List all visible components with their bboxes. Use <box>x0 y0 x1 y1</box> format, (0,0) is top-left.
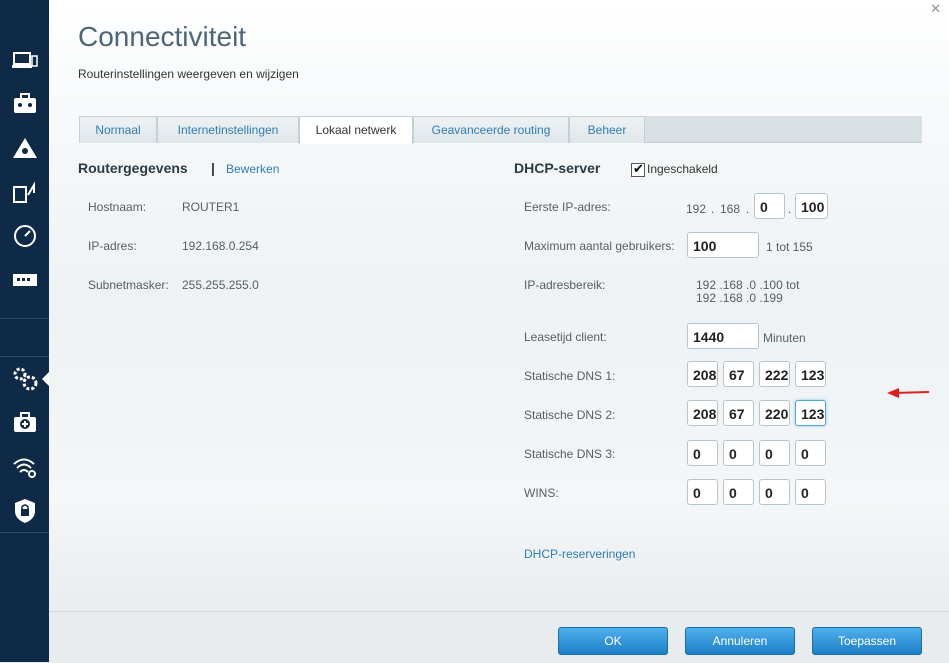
usb-icon[interactable] <box>0 262 49 298</box>
ip-dot: . <box>711 202 715 216</box>
dns3-octet-3-input[interactable]: 0 <box>759 440 790 466</box>
dns2-octet-4-input[interactable]: 123 <box>795 400 826 426</box>
edit-link[interactable]: Bewerken <box>226 162 279 176</box>
wins-octet-4-input[interactable]: 0 <box>795 479 826 505</box>
toolbox-icon[interactable] <box>0 86 49 122</box>
troubleshooting-icon[interactable] <box>0 405 49 441</box>
ip-range-line-1: 192 .168 .0 .100 tot <box>696 278 800 292</box>
tab-bar: Normaal Internetinstellingen Lokaal netw… <box>79 116 922 144</box>
ip-dot: . <box>788 202 792 216</box>
dns3-octet-4-input[interactable]: 0 <box>795 440 826 466</box>
ok-button[interactable]: OK <box>558 627 668 655</box>
max-users-input[interactable]: 100 <box>687 232 759 258</box>
subnet-label: Subnetmasker: <box>88 278 169 292</box>
dns3-octet-1-input[interactable]: 0 <box>687 440 718 466</box>
first-ip-octet-1: 192 <box>686 202 707 216</box>
sidebar-divider <box>0 318 49 319</box>
hostname-value: ROUTER1 <box>182 200 240 214</box>
lease-time-unit: Minuten <box>763 331 806 345</box>
page-title: Connectiviteit <box>78 21 247 52</box>
dns1-octet-1-input[interactable]: 208 <box>687 361 718 387</box>
dns2-octet-3-input[interactable]: 220 <box>759 400 790 426</box>
subnet-value: 255.255.255.0 <box>182 278 259 292</box>
dns1-octet-4-input[interactable]: 123 <box>795 361 826 387</box>
sidebar <box>0 0 49 662</box>
ip-label: IP-adres: <box>88 239 137 253</box>
sidebar-divider <box>0 532 49 533</box>
wireless-icon[interactable] <box>0 449 49 485</box>
first-ip-octet-2: 168 <box>720 202 741 216</box>
dns3-octet-2-input[interactable]: 0 <box>723 440 754 466</box>
ip-value: 192.168.0.254 <box>182 239 259 253</box>
dns2-octet-2-input[interactable]: 67 <box>723 400 754 426</box>
tab-lokaal-netwerk[interactable]: Lokaal netwerk <box>299 116 413 144</box>
max-users-label: Maximum aantal gebruikers: <box>524 239 675 253</box>
connectivity-gear-icon[interactable] <box>0 361 49 397</box>
network-map-icon[interactable] <box>0 130 49 166</box>
dns1-label: Statische DNS 1: <box>524 369 616 383</box>
security-icon[interactable] <box>0 493 49 529</box>
tab-geavanceerde-routing[interactable]: Geavanceerde routing <box>413 116 569 143</box>
heading-separator: | <box>211 160 215 176</box>
dns2-label: Statische DNS 2: <box>524 408 616 422</box>
dns3-label: Statische DNS 3: <box>524 447 616 461</box>
tab-internetinstellingen[interactable]: Internetinstellingen <box>157 116 299 143</box>
router-info-heading: Routergegevens <box>78 160 188 176</box>
first-ip-label: Eerste IP-adres: <box>524 200 611 214</box>
apply-button[interactable]: Toepassen <box>812 627 922 655</box>
dns2-octet-1-input[interactable]: 208 <box>687 400 718 426</box>
close-icon[interactable]: ✕ <box>930 1 941 17</box>
max-users-range: 1 tot 155 <box>766 240 813 254</box>
lease-time-label: Leasetijd client: <box>524 330 607 344</box>
speed-test-icon[interactable] <box>0 218 49 254</box>
first-ip-octet-4-input[interactable]: 100 <box>795 193 828 219</box>
external-storage-icon[interactable] <box>0 174 49 210</box>
wins-octet-1-input[interactable]: 0 <box>687 479 718 505</box>
dns1-octet-2-input[interactable]: 67 <box>723 361 754 387</box>
dhcp-reservations-link[interactable]: DHCP-reserveringen <box>524 547 635 561</box>
lease-time-input[interactable]: 1440 <box>687 323 759 349</box>
page-subtitle: Routerinstellingen weergeven en wijzigen <box>78 67 299 81</box>
wins-octet-2-input[interactable]: 0 <box>723 479 754 505</box>
ip-range-line-2: 192 .168 .0 .199 <box>696 291 783 305</box>
dhcp-heading: DHCP-server <box>514 160 601 176</box>
computer-icon[interactable] <box>0 42 49 78</box>
dns1-octet-3-input[interactable]: 222 <box>759 361 790 387</box>
wins-label: WINS: <box>524 486 559 500</box>
sidebar-divider <box>0 356 49 357</box>
cancel-button[interactable]: Annuleren <box>685 627 795 655</box>
tab-beheer[interactable]: Beheer <box>569 116 645 143</box>
annotation-arrow <box>887 385 931 406</box>
main-panel: ✕ Connectiviteit Routerinstellingen weer… <box>49 0 949 663</box>
ip-dot: . <box>746 202 750 216</box>
first-ip-octet-3-input[interactable]: 0 <box>754 193 785 219</box>
dhcp-enabled-checkbox[interactable]: ✔ <box>631 161 645 177</box>
dhcp-enabled-label: Ingeschakeld <box>647 162 718 176</box>
tab-normaal[interactable]: Normaal <box>79 116 157 143</box>
ip-range-label: IP-adresbereik: <box>524 278 606 292</box>
hostname-label: Hostnaam: <box>88 200 147 214</box>
wins-octet-3-input[interactable]: 0 <box>759 479 790 505</box>
